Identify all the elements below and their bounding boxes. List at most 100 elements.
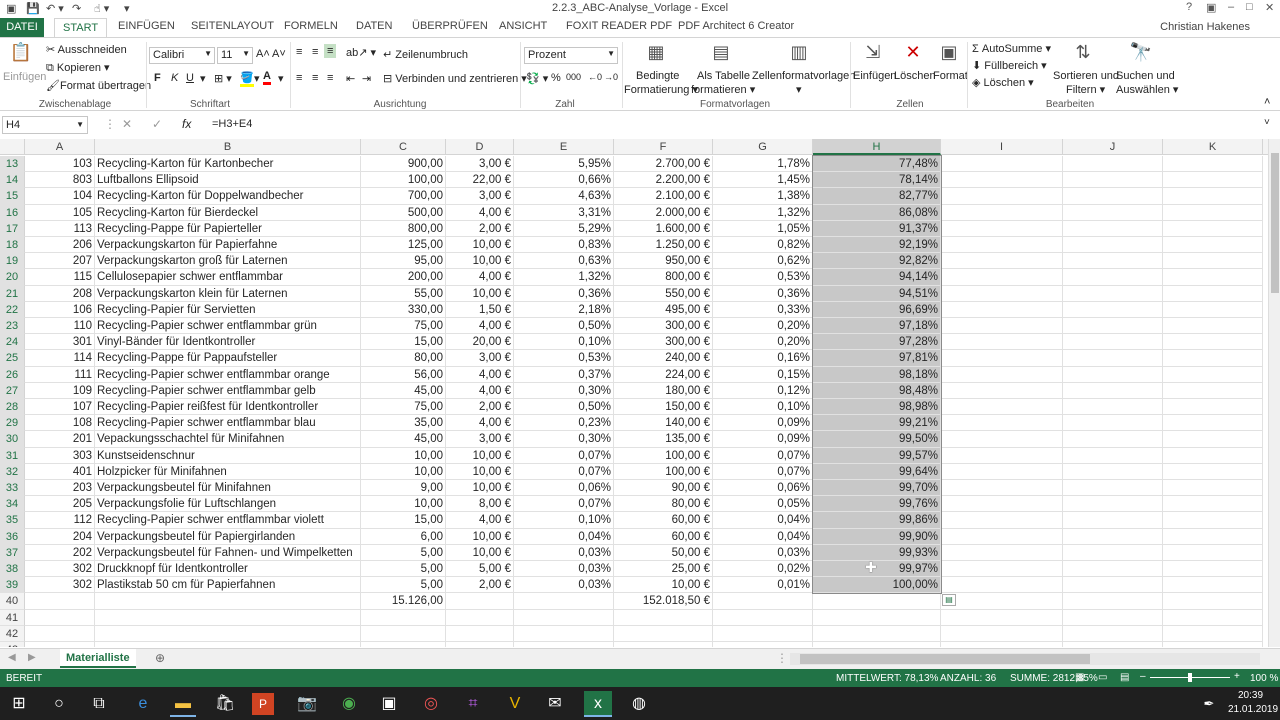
cell-d[interactable]: 20,00 € xyxy=(446,334,514,351)
binoculars-icon[interactable]: 🔭 xyxy=(1128,42,1154,66)
cell-c[interactable]: 55,00 xyxy=(361,285,446,302)
cell-k[interactable] xyxy=(1163,431,1263,448)
cell-b[interactable]: Recycling-Papier schwer entflammbar grün xyxy=(95,318,361,335)
cell-a[interactable] xyxy=(25,609,95,626)
cell-k[interactable] xyxy=(1163,399,1263,416)
close-button[interactable]: ✕ xyxy=(1265,1,1274,14)
cell-d[interactable]: 4,00 € xyxy=(446,415,514,432)
cell-g[interactable]: 0,12% xyxy=(713,382,813,399)
cell-i[interactable] xyxy=(941,415,1063,432)
cell-i[interactable] xyxy=(941,269,1063,286)
cell-b[interactable]: Recycling-Karton für Bierdeckel xyxy=(95,204,361,221)
cell-k[interactable] xyxy=(1163,528,1263,545)
cell-g[interactable]: 0,06% xyxy=(713,480,813,497)
sheet-next-icon[interactable]: ▶ xyxy=(28,652,36,663)
cell-c[interactable]: 80,00 xyxy=(361,350,446,367)
cell-j[interactable] xyxy=(1063,156,1163,173)
cell-c[interactable]: 900,00 xyxy=(361,156,446,173)
column-header-i[interactable]: I xyxy=(941,139,1063,155)
cell-i[interactable] xyxy=(941,528,1063,545)
column-header-g[interactable]: G xyxy=(713,139,813,155)
cell-a[interactable]: 803 xyxy=(25,172,95,189)
tab-review[interactable]: ÜBERPRÜFEN xyxy=(412,20,488,32)
cell-e[interactable]: 0,50% xyxy=(514,318,614,335)
minimize-button[interactable]: – xyxy=(1228,1,1234,13)
cell-c[interactable]: 15,00 xyxy=(361,334,446,351)
delete-cells-button[interactable]: Löschen xyxy=(894,70,936,82)
cell-j[interactable] xyxy=(1063,172,1163,189)
column-header-h[interactable]: H xyxy=(813,139,941,155)
cell-j[interactable] xyxy=(1063,366,1163,383)
decimal-increase-icon[interactable]: ←0 xyxy=(588,72,602,82)
cell-k[interactable] xyxy=(1163,172,1263,189)
cell-i[interactable] xyxy=(941,561,1063,578)
row-header[interactable]: 32 xyxy=(0,463,25,480)
cell-j[interactable] xyxy=(1063,609,1163,626)
cell-b[interactable] xyxy=(95,625,361,642)
cell-a[interactable]: 302 xyxy=(25,577,95,594)
cell-c[interactable] xyxy=(361,642,446,647)
row-header[interactable]: 15 xyxy=(0,188,25,205)
cell-k[interactable] xyxy=(1163,642,1263,647)
cell-b[interactable]: Plastikstab 50 cm für Papierfahnen xyxy=(95,577,361,594)
cell-g[interactable]: 0,20% xyxy=(713,318,813,335)
cell-d[interactable]: 10,00 € xyxy=(446,480,514,497)
cell-e[interactable]: 0,07% xyxy=(514,496,614,513)
cell-d[interactable] xyxy=(446,625,514,642)
cell-b[interactable]: Recycling-Papier schwer entflammbar gelb xyxy=(95,382,361,399)
cell-i[interactable] xyxy=(941,237,1063,254)
cell-e[interactable]: 0,10% xyxy=(514,512,614,529)
cell-d[interactable]: 2,00 € xyxy=(446,577,514,594)
quick-analysis-icon[interactable]: ▤ xyxy=(942,594,956,606)
cell-b[interactable]: Verpackungsbeutel für Minifahnen xyxy=(95,480,361,497)
cell-a[interactable]: 206 xyxy=(25,237,95,254)
cell-g[interactable]: 0,07% xyxy=(713,463,813,480)
cell-h[interactable]: 92,19% xyxy=(813,237,941,254)
cell-c[interactable]: 75,00 xyxy=(361,399,446,416)
align-right-icon[interactable]: ≡ xyxy=(327,72,333,84)
enter-icon[interactable]: ✓ xyxy=(152,117,162,131)
row-header[interactable]: 25 xyxy=(0,350,25,367)
font-size-select[interactable]: 11 ▼ xyxy=(217,47,253,64)
cell-e[interactable]: 1,32% xyxy=(514,269,614,286)
cell-b[interactable]: Recycling-Papier schwer entflammbar oran… xyxy=(95,366,361,383)
zoom-in-icon[interactable]: + xyxy=(1234,671,1240,682)
cell-b[interactable] xyxy=(95,609,361,626)
cell-j[interactable] xyxy=(1063,350,1163,367)
cell-h[interactable]: 96,69% xyxy=(813,301,941,318)
cell-a[interactable]: 401 xyxy=(25,463,95,480)
cell-g[interactable]: 1,38% xyxy=(713,188,813,205)
cell-e[interactable]: 0,06% xyxy=(514,480,614,497)
cell-e[interactable]: 0,30% xyxy=(514,382,614,399)
column-header-k[interactable]: K xyxy=(1163,139,1263,155)
cell-d[interactable]: 4,00 € xyxy=(446,382,514,399)
horizontal-scrollbar[interactable] xyxy=(790,653,1260,665)
row-header[interactable]: 19 xyxy=(0,253,25,270)
cell-c[interactable]: 56,00 xyxy=(361,366,446,383)
cell-e[interactable] xyxy=(514,625,614,642)
formula-input[interactable]: =H3+E4 xyxy=(212,118,252,130)
cell-c[interactable]: 10,00 xyxy=(361,447,446,464)
cell-j[interactable] xyxy=(1063,399,1163,416)
cell-i[interactable] xyxy=(941,156,1063,173)
cell-h[interactable]: 98,98% xyxy=(813,399,941,416)
cell-g[interactable] xyxy=(713,625,813,642)
number-format-select[interactable]: Prozent ▼ xyxy=(524,47,618,64)
row-header[interactable]: 36 xyxy=(0,528,25,545)
cell-a[interactable]: 208 xyxy=(25,285,95,302)
cell-a[interactable]: 207 xyxy=(25,253,95,270)
row-header[interactable]: 33 xyxy=(0,480,25,497)
cell-e[interactable]: 0,03% xyxy=(514,544,614,561)
cell-a[interactable]: 106 xyxy=(25,301,95,318)
cell-a[interactable]: 112 xyxy=(25,512,95,529)
row-header[interactable]: 39 xyxy=(0,577,25,594)
cell-f[interactable]: 1.250,00 € xyxy=(614,237,713,254)
cell-c[interactable]: 330,00 xyxy=(361,301,446,318)
delete-cells-icon[interactable]: ✕ xyxy=(900,42,926,66)
vectorworks-icon[interactable]: V xyxy=(502,691,528,717)
cell-k[interactable] xyxy=(1163,609,1263,626)
cell-e[interactable]: 0,30% xyxy=(514,431,614,448)
cell-g[interactable] xyxy=(713,593,813,610)
cell-d[interactable]: 3,00 € xyxy=(446,350,514,367)
cell-h[interactable]: 99,86% xyxy=(813,512,941,529)
